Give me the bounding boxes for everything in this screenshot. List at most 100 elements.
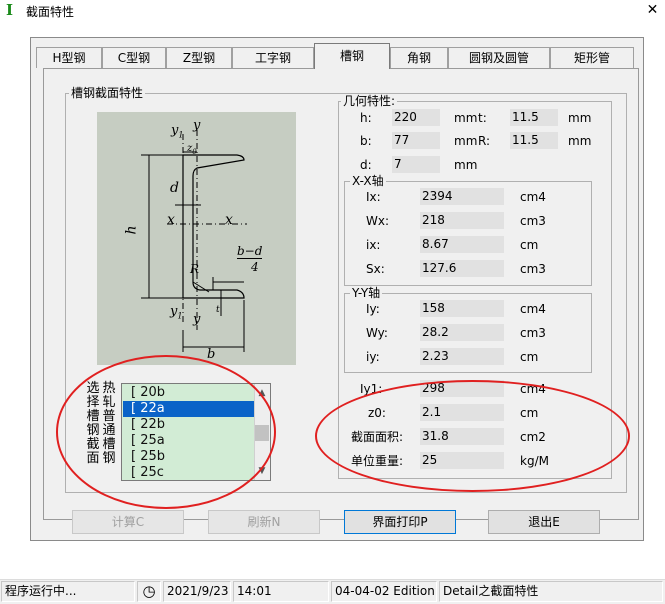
Iy-value: 158 [420,300,504,317]
list-item[interactable]: [ 25c [123,465,255,480]
d-label: d: [360,158,372,172]
label-x-left: x [167,212,175,228]
window-title: 截面特性 [26,5,75,19]
close-icon[interactable]: ✕ [640,0,665,20]
print-button[interactable]: 界面打印P [344,510,456,534]
selector-label-col-1: 选择槽钢截面 [86,381,100,466]
label-d: d [170,180,179,196]
Wx-label: Wx: [366,214,390,228]
refresh-button[interactable]: 刷新N [208,510,320,534]
label-y1-top: y1 [171,123,184,140]
iy-unit: cm [520,350,539,364]
Sx-label: Sx: [366,262,385,276]
status-time: 14:01 [233,581,329,602]
label-R: R [190,262,200,276]
status-message: 程序运行中... [1,581,135,602]
tab-z-steel[interactable]: Z型钢 [166,47,232,68]
area-value: 31.8 [420,428,504,445]
tab-h-steel[interactable]: H型钢 [36,47,102,68]
status-edition: 04-04-02 Edition [331,581,437,602]
z0-value: 2.1 [420,404,504,421]
list-item[interactable]: [ 20b [123,385,255,401]
d-value: 7 [392,156,440,173]
Iy-unit: cm4 [520,302,546,316]
d-unit: mm [454,158,478,172]
exit-button[interactable]: 退出E [488,510,600,534]
weight-value: 25 [420,452,504,469]
label-y-bottom: y [193,312,201,327]
xx-group-title: X-X轴 [350,174,386,188]
tab-angle[interactable]: 角钢 [390,47,448,68]
iy-value: 2.23 [420,348,504,365]
ix-unit: cm [520,238,539,252]
label-z0: z0 [187,143,197,156]
ix-label: ix: [366,238,381,252]
Ix-unit: cm4 [520,190,546,204]
Iy-label: Iy: [366,302,380,316]
Iy1-unit: cm4 [520,382,546,396]
label-y-top: y [193,118,201,133]
Sx-unit: cm3 [520,262,546,276]
Wy-label: Wy: [366,326,388,340]
label-t: t [216,305,220,315]
tab-channel[interactable]: 槽钢 [314,43,390,69]
label-y1-bottom: y1 [170,304,183,321]
z0-label: z0: [368,406,386,420]
label-bd4-top: b−d [237,244,263,259]
selector-label-col-2: 热轧普通槽钢 [102,381,116,466]
label-x-right: x [225,212,233,228]
h-label: h: [360,111,372,125]
channel-diagram: y1 y z0 d h x x R b−d 4 y1 y t b [97,112,296,365]
R-value: 11.5 [510,132,558,149]
Wy-unit: cm3 [520,326,546,340]
Iy1-value: 298 [420,380,504,397]
scroll-up-icon[interactable]: ▲ [254,388,270,398]
section-list[interactable]: [ 20b [ 22a [ 22b [ 25a [ 25b [ 25c [121,383,271,481]
list-item[interactable]: [ 25a [123,433,255,449]
yy-group-title: Y-Y轴 [350,286,383,300]
ix-value: 8.67 [420,236,504,253]
label-b: b [207,347,216,362]
list-item[interactable]: [ 22b [123,417,255,433]
t-value: 11.5 [510,109,558,126]
label-h: h [123,225,140,235]
Wx-unit: cm3 [520,214,546,228]
tab-c-steel[interactable]: C型钢 [102,47,166,68]
scroll-down-icon[interactable]: ▼ [254,466,270,476]
iy-label: iy: [366,350,380,364]
Wx-value: 218 [420,212,504,229]
list-scroll-thumb[interactable] [255,425,269,441]
area-label: 截面面积: [351,430,404,444]
clock-icon: ◷ [137,581,161,602]
b-unit: mm [454,134,478,148]
b-label: b: [360,134,372,148]
title-bar [0,0,665,20]
tab-round[interactable]: 圆钢及圆管 [448,47,550,68]
tab-i-beam[interactable]: 工字钢 [232,47,314,68]
list-item[interactable]: [ 22a [123,401,255,417]
geometry-group-title: 几何特性: [341,94,398,108]
label-bd4-bottom: 4 [251,260,259,274]
R-unit: mm [568,134,592,148]
h-unit: mm [454,111,478,125]
weight-unit: kg/M [520,454,549,468]
t-unit: mm [568,111,592,125]
tab-rect-tube[interactable]: 矩形管 [550,47,634,68]
Ix-label: Ix: [366,190,381,204]
area-unit: cm2 [520,430,546,444]
status-date: 2021/9/23 [163,581,231,602]
z0-unit: cm [520,406,539,420]
Wy-value: 28.2 [420,324,504,341]
list-item[interactable]: [ 25b [123,449,255,465]
t-label: t: [478,111,487,125]
section-group-title: 槽钢截面特性 [69,86,146,100]
calc-button[interactable]: 计算C [72,510,184,534]
status-detail: Detail之截面特性 [439,581,663,602]
h-value: 220 [392,109,440,126]
weight-label: 单位重量: [351,454,404,468]
R-label: R: [478,134,491,148]
app-icon: I [6,1,14,19]
b-value: 77 [392,132,440,149]
Sx-value: 127.6 [420,260,504,277]
Ix-value: 2394 [420,188,504,205]
